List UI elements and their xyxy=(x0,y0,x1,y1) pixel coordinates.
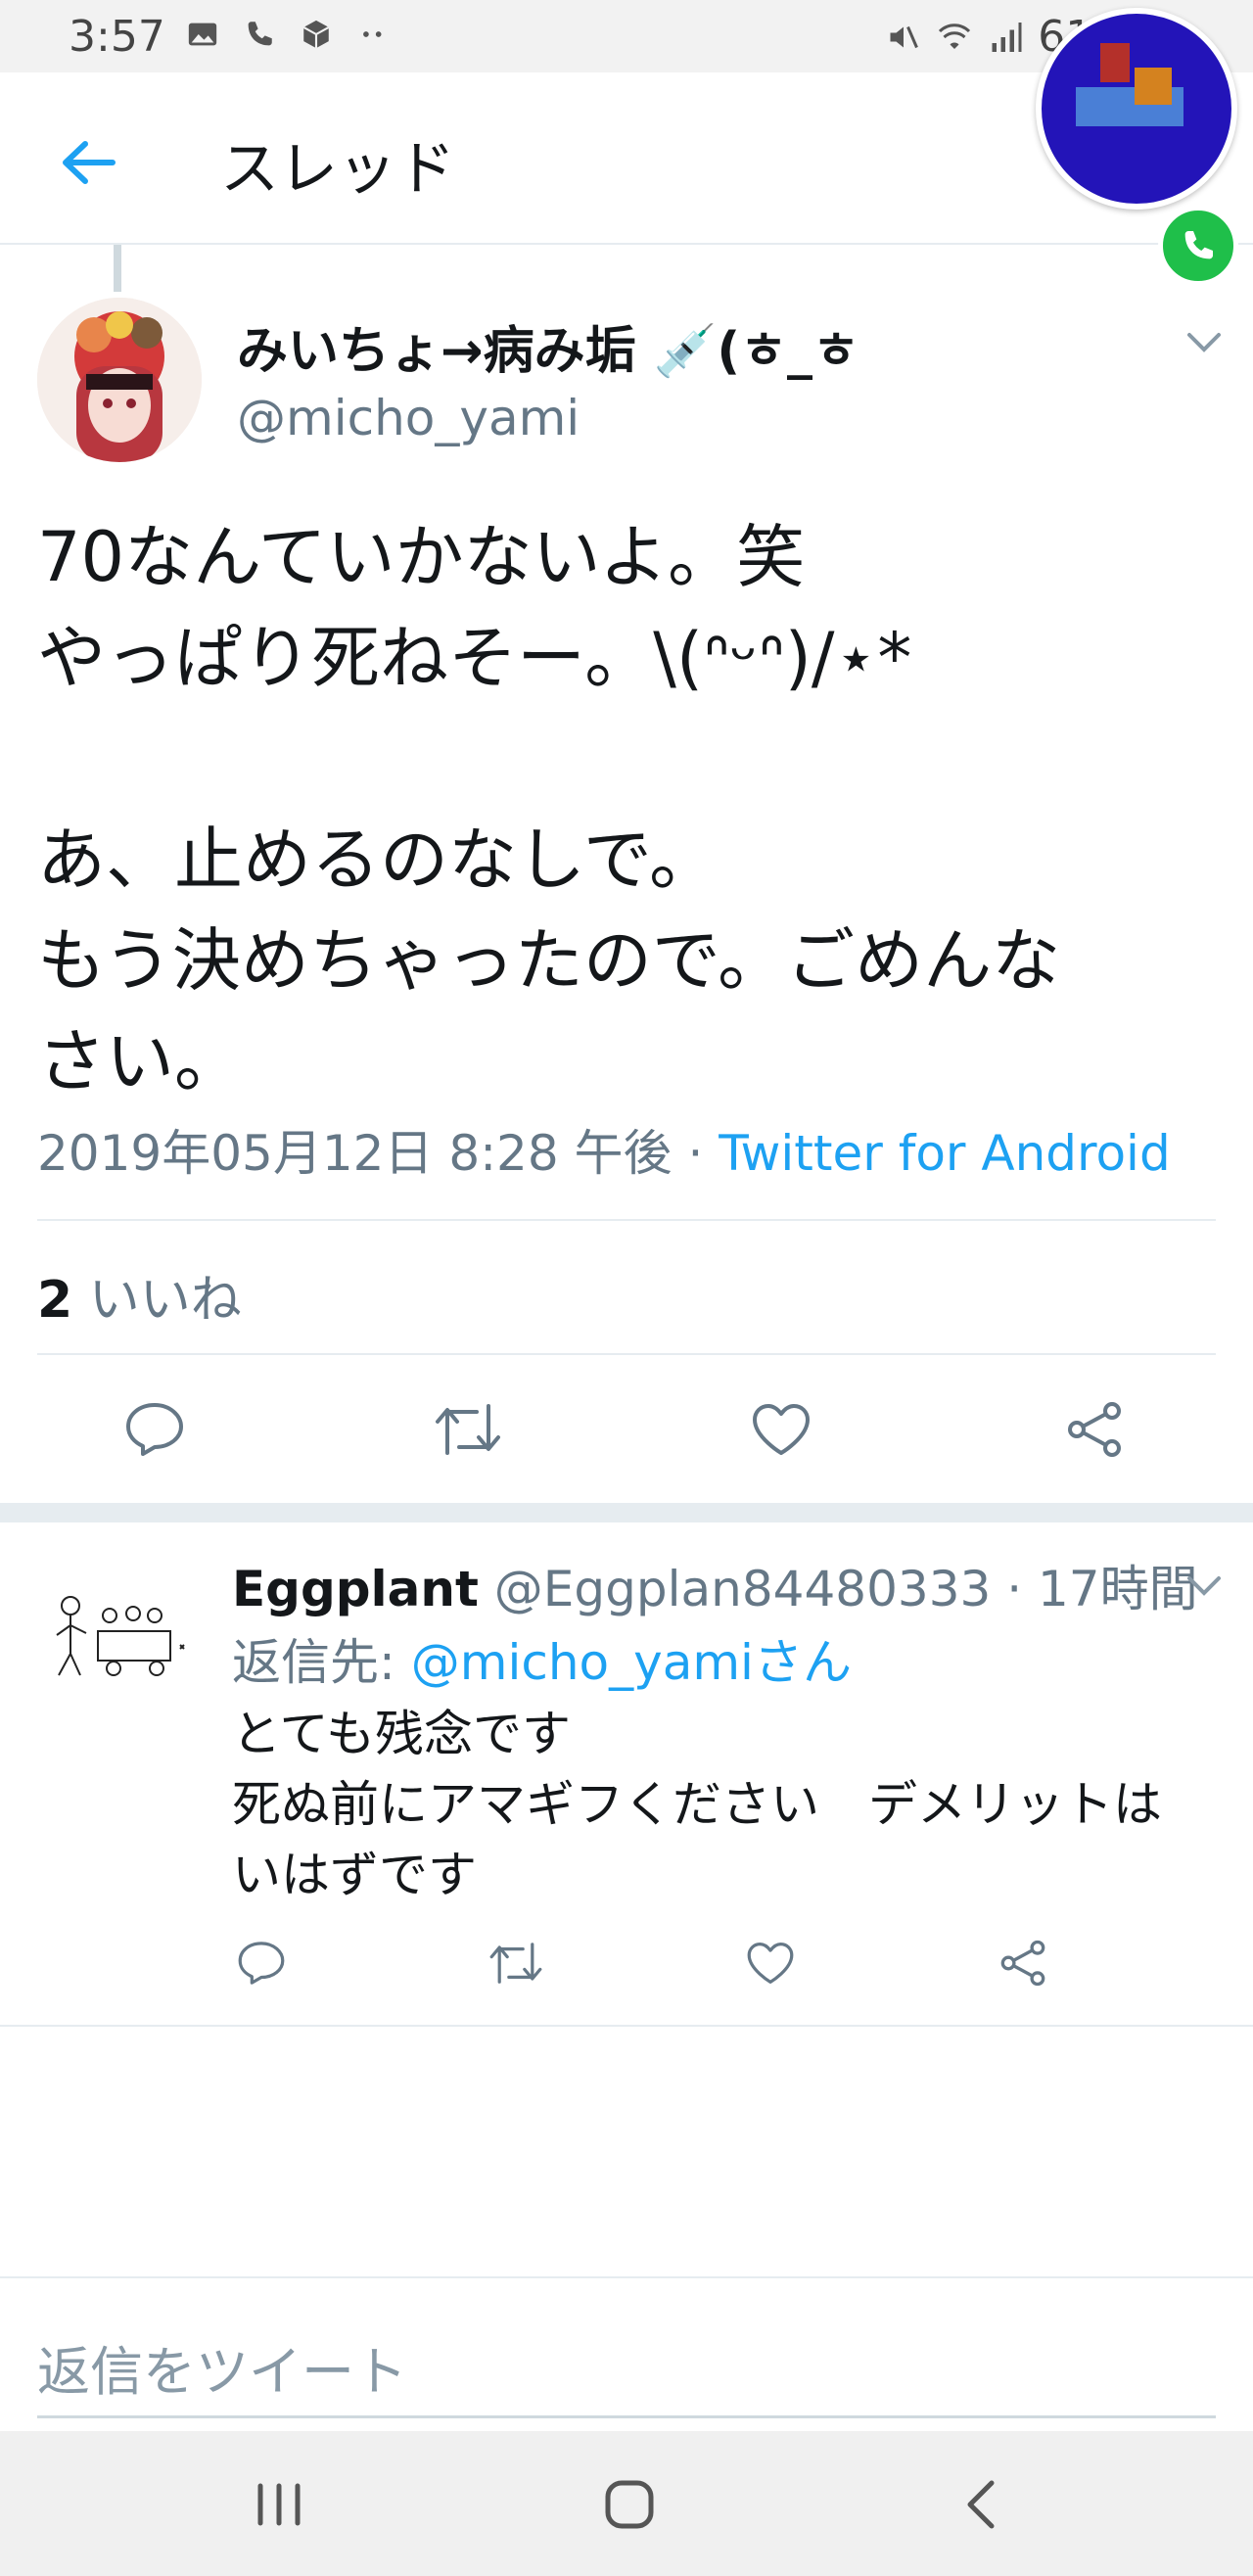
reply-author-name[interactable]: Eggplant xyxy=(232,1561,479,1617)
likes-summary[interactable]: 2 いいね xyxy=(37,1258,242,1332)
avatar[interactable] xyxy=(37,298,202,462)
timestamp-text: 2019年05月12日 8:28 午後 · xyxy=(37,1125,719,1182)
divider xyxy=(37,1219,1216,1221)
thread-connector-line xyxy=(114,245,121,292)
tweet-line: やっぱり死ねそー。\(ᐢᵕᐢ)/⋆* xyxy=(37,618,912,698)
mute-icon xyxy=(885,19,922,56)
retweet-icon[interactable] xyxy=(429,1390,507,1469)
divider xyxy=(37,1353,1216,1355)
back-nav-icon[interactable] xyxy=(938,2460,1026,2549)
reply-icon[interactable] xyxy=(227,1929,296,1997)
reply-line: いはずです xyxy=(232,1847,477,1903)
back-arrow-icon xyxy=(63,141,116,184)
floating-call-bubble[interactable] xyxy=(1036,8,1237,210)
reply-line: 死ぬ前にアマギフください デメリットは xyxy=(232,1776,1162,1833)
signal-icon xyxy=(987,19,1024,56)
retweet-icon[interactable] xyxy=(482,1929,550,1997)
reply-line: とても残念です xyxy=(232,1706,571,1762)
reply-icon[interactable] xyxy=(116,1390,194,1469)
author-name[interactable]: みいちょ→病み垢 💉(ㅎ_ㅎ xyxy=(237,309,859,383)
like-icon[interactable] xyxy=(736,1929,805,1997)
tweet-line xyxy=(37,709,1222,810)
like-icon[interactable] xyxy=(742,1390,820,1469)
phone-icon[interactable] xyxy=(1158,206,1238,286)
home-icon[interactable] xyxy=(585,2460,673,2549)
chevron-down-icon[interactable] xyxy=(1175,1562,1233,1611)
package-icon xyxy=(298,16,335,53)
image-icon xyxy=(184,16,221,53)
reply-composer[interactable]: 返信をツイート xyxy=(37,2320,1216,2418)
reply-actions xyxy=(0,1929,1253,1997)
section-separator xyxy=(0,1503,1253,1522)
divider xyxy=(0,2276,1253,2278)
wifi-icon xyxy=(936,19,973,56)
likes-label: いいね xyxy=(88,1271,242,1330)
back-button[interactable] xyxy=(49,123,127,202)
tweet-line: もう決めちゃったので。ごめんな xyxy=(37,920,1061,1001)
tweet-text: 70なんていかないよ。笑 やっぱり死ねそー。\(ᐢᵕᐢ)/⋆* あ、止めるのなし… xyxy=(37,507,1222,1112)
reply-to-mention[interactable]: @micho_yamiさん xyxy=(411,1634,852,1691)
divider xyxy=(0,2025,1253,2027)
reply-input-placeholder: 返信をツイート xyxy=(37,2341,407,2403)
reply-to-label: 返信先: xyxy=(232,1634,411,1691)
tweet-line: 70なんていかないよ。笑 xyxy=(37,517,806,597)
reply-text: とても残念です 死ぬ前にアマギフください デメリットは いはずです xyxy=(232,1699,1221,1910)
reply-header: Eggplant @Eggplan84480333 · 17時間 xyxy=(232,1550,1198,1620)
chevron-down-icon[interactable] xyxy=(1175,318,1233,367)
share-icon[interactable] xyxy=(1055,1390,1134,1469)
status-time: 3:57 xyxy=(69,12,165,62)
tweet-actions xyxy=(0,1390,1253,1469)
reply-to-line: 返信先: @micho_yamiさん xyxy=(232,1623,852,1694)
avatar[interactable] xyxy=(39,1567,206,1733)
call-icon xyxy=(241,16,278,53)
page-title: スレッド xyxy=(220,135,455,204)
author-handle[interactable]: @micho_yami xyxy=(237,390,580,446)
system-nav-bar xyxy=(0,2431,1253,2576)
recent-apps-icon[interactable] xyxy=(235,2460,323,2549)
status-left-icons xyxy=(184,16,392,53)
likes-count: 2 xyxy=(37,1271,73,1330)
reply-handle-time: @Eggplan84480333 · 17時間 xyxy=(478,1561,1198,1617)
tweet-line: さい。 xyxy=(37,1021,243,1101)
tweet-line: あ、止めるのなしで。 xyxy=(37,820,719,900)
source-link[interactable]: Twitter for Android xyxy=(719,1125,1170,1182)
more-dots-icon xyxy=(354,16,392,53)
tweet-timestamp: 2019年05月12日 8:28 午後 · Twitter for Androi… xyxy=(37,1114,1171,1185)
share-icon[interactable] xyxy=(989,1929,1057,1997)
